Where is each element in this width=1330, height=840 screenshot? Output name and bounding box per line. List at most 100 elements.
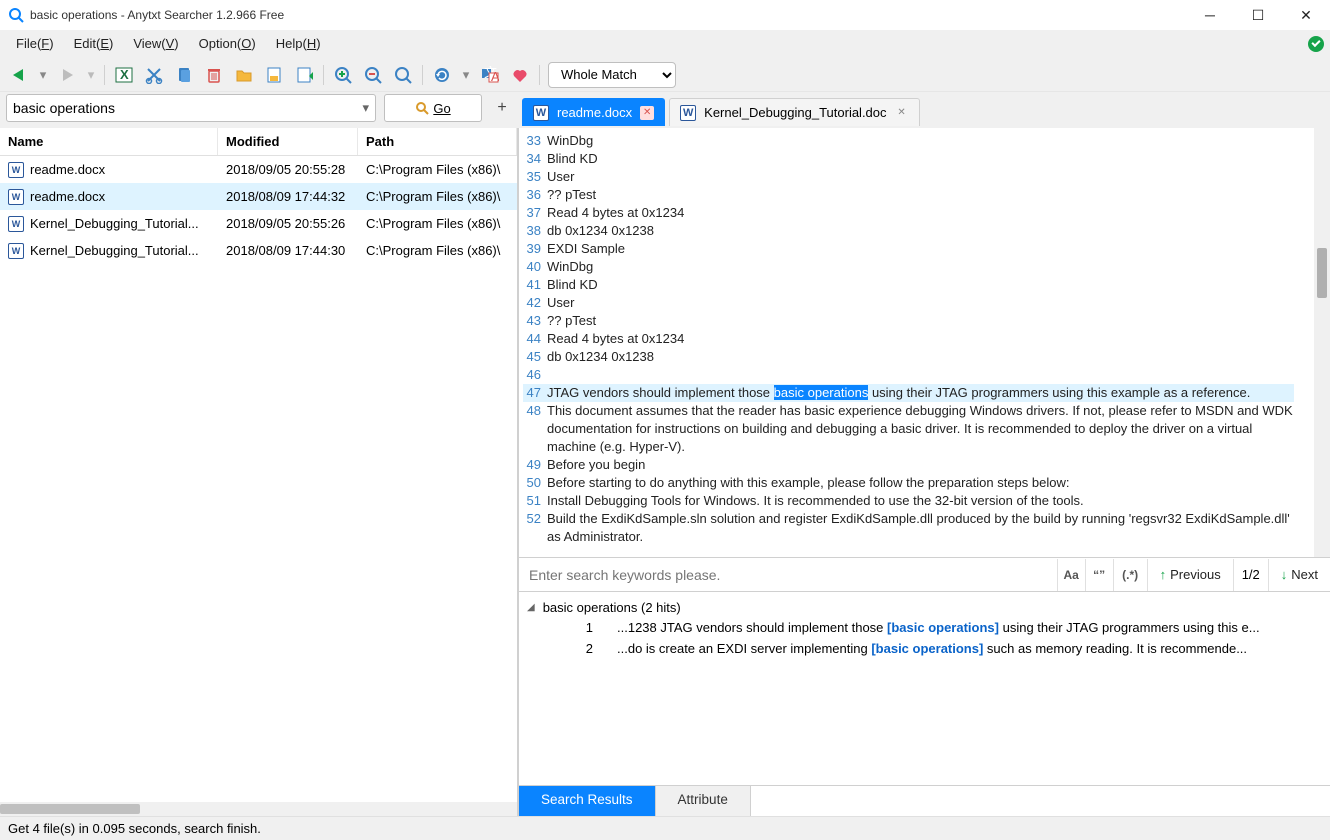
cut-icon[interactable]: [143, 64, 165, 86]
zoom-in-icon[interactable]: [332, 64, 354, 86]
status-text: Get 4 file(s) in 0.095 seconds, search f…: [8, 821, 261, 836]
copy-icon[interactable]: [173, 64, 195, 86]
document-viewer[interactable]: 33WinDbg34Blind KD35User36?? pTest37Read…: [519, 128, 1314, 557]
line-number: 44: [523, 330, 547, 348]
file-modified: 2018/09/05 20:55:26: [218, 216, 358, 231]
result-row[interactable]: Wreadme.docx2018/09/05 20:55:28C:\Progra…: [0, 156, 517, 183]
maximize-button[interactable]: ☐: [1246, 7, 1270, 24]
column-modified[interactable]: Modified: [218, 128, 358, 155]
match-case-toggle[interactable]: Aa: [1057, 559, 1085, 591]
menu-view[interactable]: View(V): [123, 33, 188, 54]
find-previous-button[interactable]: ↑Previous: [1147, 559, 1233, 591]
line-number: 43: [523, 312, 547, 330]
results-panel: Name Modified Path Wreadme.docx2018/09/0…: [0, 128, 518, 816]
line-text: Before starting to do anything with this…: [547, 474, 1294, 492]
forward-button[interactable]: [56, 64, 78, 86]
line-number: 45: [523, 348, 547, 366]
menu-help[interactable]: Help(H): [266, 33, 331, 54]
word-doc-icon: W: [8, 162, 24, 178]
menu-option[interactable]: Option(O): [189, 33, 266, 54]
menubar: File(F) Edit(E) View(V) Option(O) Help(H…: [0, 30, 1330, 58]
result-row[interactable]: WKernel_Debugging_Tutorial...2018/08/09 …: [0, 237, 517, 264]
delete-icon[interactable]: [203, 64, 225, 86]
hits-header[interactable]: ◢basic operations (2 hits): [527, 598, 1322, 617]
search-row: ▾ Go + W readme.docx ✕ W Kernel_Debuggin…: [0, 92, 1330, 128]
tab-kernel[interactable]: W Kernel_Debugging_Tutorial.doc ✕: [669, 98, 919, 126]
hit-index: 1: [581, 620, 593, 635]
translate-icon[interactable]: 文A: [479, 64, 501, 86]
hit-row[interactable]: 2...do is create an EXDI server implemen…: [527, 638, 1322, 659]
match-mode-select[interactable]: Whole Match: [548, 62, 676, 88]
tab-readme[interactable]: W readme.docx ✕: [522, 98, 665, 126]
properties-icon[interactable]: [263, 64, 285, 86]
horizontal-scrollbar[interactable]: [0, 802, 517, 816]
go-button[interactable]: Go: [384, 94, 482, 122]
file-path: C:\Program Files (x86)\: [358, 243, 517, 258]
back-dropdown[interactable]: ▾: [38, 64, 48, 86]
status-bar: Get 4 file(s) in 0.095 seconds, search f…: [0, 816, 1330, 840]
menu-edit[interactable]: Edit(E): [64, 33, 124, 54]
refresh-icon[interactable]: [431, 64, 453, 86]
chevron-down-icon[interactable]: ▾: [362, 100, 369, 116]
export-icon[interactable]: [293, 64, 315, 86]
line-text: User: [547, 294, 1294, 312]
svg-text:A: A: [491, 69, 499, 84]
tab-label: readme.docx: [557, 105, 632, 120]
vertical-scrollbar[interactable]: [1314, 128, 1330, 557]
line-text: This document assumes that the reader ha…: [547, 402, 1294, 456]
regex-toggle[interactable]: (.*): [1113, 559, 1147, 591]
find-next-button[interactable]: ↓Next: [1268, 559, 1330, 591]
file-name: Kernel_Debugging_Tutorial...: [30, 216, 199, 231]
document-tabs: W readme.docx ✕ W Kernel_Debugging_Tutor…: [522, 90, 1324, 126]
result-row[interactable]: WKernel_Debugging_Tutorial...2018/09/05 …: [0, 210, 517, 237]
add-search-button[interactable]: +: [490, 96, 514, 120]
line-text: WinDbg: [547, 132, 1294, 150]
file-path: C:\Program Files (x86)\: [358, 216, 517, 231]
zoom-out-icon[interactable]: [362, 64, 384, 86]
forward-dropdown[interactable]: ▾: [86, 64, 96, 86]
tab-attribute[interactable]: Attribute: [656, 786, 751, 816]
word-doc-icon: W: [533, 105, 549, 121]
back-button[interactable]: [8, 64, 30, 86]
preview-panel: 33WinDbg34Blind KD35User36?? pTest37Read…: [518, 128, 1330, 816]
line-text: Blind KD: [547, 276, 1294, 294]
tab-close-icon[interactable]: ✕: [895, 106, 909, 120]
minimize-button[interactable]: ─: [1198, 7, 1222, 24]
line-number: 52: [523, 510, 547, 546]
search-tool-icon[interactable]: [392, 64, 414, 86]
collapse-icon[interactable]: ◢: [527, 602, 535, 613]
column-name[interactable]: Name: [0, 128, 218, 155]
line-text: Read 4 bytes at 0x1234: [547, 330, 1294, 348]
open-folder-icon[interactable]: [233, 64, 255, 86]
column-path[interactable]: Path: [358, 128, 517, 155]
search-input[interactable]: [13, 100, 362, 116]
tab-close-icon[interactable]: ✕: [640, 106, 654, 120]
line-number: 38: [523, 222, 547, 240]
find-input[interactable]: [519, 559, 1057, 591]
line-number: 37: [523, 204, 547, 222]
hit-row[interactable]: 1...1238 JTAG vendors should implement t…: [527, 617, 1322, 638]
menu-file[interactable]: File(F): [6, 33, 64, 54]
tab-search-results[interactable]: Search Results: [519, 786, 656, 816]
whole-word-toggle[interactable]: “”: [1085, 559, 1113, 591]
donate-icon[interactable]: [509, 64, 531, 86]
excel-icon[interactable]: X: [113, 64, 135, 86]
close-window-button[interactable]: ✕: [1294, 7, 1318, 24]
line-number: 46: [523, 366, 547, 384]
line-number: 35: [523, 168, 547, 186]
refresh-dropdown[interactable]: ▾: [461, 64, 471, 86]
line-text: ?? pTest: [547, 312, 1294, 330]
line-text: JTAG vendors should implement those basi…: [547, 384, 1294, 402]
bottom-tabs: Search Results Attribute: [519, 786, 1330, 816]
svg-text:X: X: [120, 67, 129, 82]
line-text: [547, 366, 1294, 384]
tab-label: Kernel_Debugging_Tutorial.doc: [704, 105, 886, 120]
results-header: Name Modified Path: [0, 128, 517, 156]
result-row[interactable]: Wreadme.docx2018/08/09 17:44:32C:\Progra…: [0, 183, 517, 210]
titlebar: basic operations - Anytxt Searcher 1.2.9…: [0, 0, 1330, 30]
line-number: 39: [523, 240, 547, 258]
search-combo[interactable]: ▾: [6, 94, 376, 122]
line-text: WinDbg: [547, 258, 1294, 276]
hit-text: ...do is create an EXDI server implement…: [617, 641, 1247, 656]
line-number: 42: [523, 294, 547, 312]
